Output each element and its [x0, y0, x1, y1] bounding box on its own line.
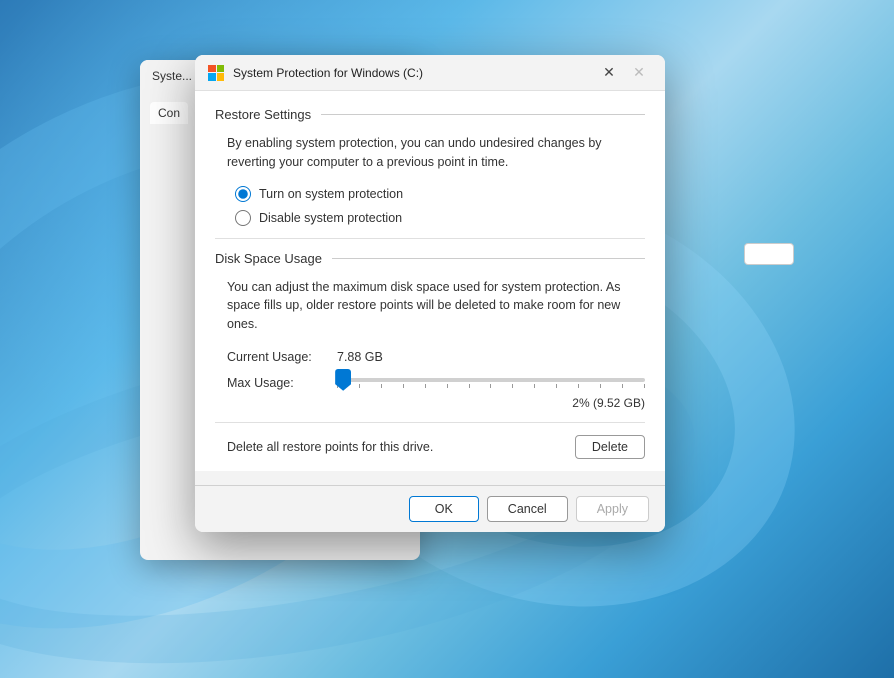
dialog-titlebar: System Protection for Windows (C:) ✕ ✕	[195, 55, 665, 91]
radio-group-protection: Turn on system protection Disable system…	[215, 186, 645, 226]
restore-settings-label: Restore Settings	[215, 107, 311, 122]
radio-disable[interactable]: Disable system protection	[235, 210, 645, 226]
dialog-close-button-2[interactable]: ✕	[625, 59, 653, 87]
delete-description: Delete all restore points for this drive…	[227, 440, 433, 454]
current-usage-row: Current Usage: 7.88 GB	[215, 350, 645, 364]
disk-space-label: Disk Space Usage	[215, 251, 322, 266]
max-usage-label: Max Usage:	[227, 376, 337, 390]
slider-ticks	[337, 384, 645, 388]
system-protection-dialog: System Protection for Windows (C:) ✕ ✕ R…	[195, 55, 665, 532]
radio-turn-on-input[interactable]	[235, 186, 251, 202]
dialog-body: Restore Settings By enabling system prot…	[195, 91, 665, 471]
disk-space-description: You can adjust the maximum disk space us…	[215, 278, 645, 334]
cancel-button[interactable]: Cancel	[487, 496, 568, 522]
windows-icon-green	[217, 65, 225, 73]
ok-button[interactable]: OK	[409, 496, 479, 522]
dialog-title-text: System Protection for Windows (C:)	[233, 66, 595, 80]
windows-logo-icon	[208, 65, 224, 81]
radio-disable-label: Disable system protection	[259, 211, 402, 225]
radio-turn-on[interactable]: Turn on system protection	[235, 186, 645, 202]
windows-icon-blue	[208, 73, 216, 81]
delete-button[interactable]: Delete	[575, 435, 645, 459]
dialog-footer: OK Cancel Apply	[195, 486, 665, 532]
disk-space-divider	[332, 258, 645, 259]
disk-space-header: Disk Space Usage	[215, 251, 645, 266]
bg-window-right-btn	[744, 243, 794, 265]
current-usage-value: 7.88 GB	[337, 350, 383, 364]
max-usage-row: Max Usage:	[215, 376, 645, 390]
apply-button[interactable]: Apply	[576, 496, 649, 522]
dialog-close-button[interactable]: ✕	[595, 59, 623, 87]
slider-track	[337, 378, 645, 382]
current-usage-label: Current Usage:	[227, 350, 337, 364]
restore-settings-divider	[321, 114, 645, 115]
bg-window-tab: Con	[150, 102, 188, 124]
restore-settings-description: By enabling system protection, you can u…	[215, 134, 645, 172]
radio-turn-on-label: Turn on system protection	[259, 187, 403, 201]
windows-icon-yellow	[217, 73, 225, 81]
slider-container	[337, 378, 645, 388]
disk-space-section: Disk Space Usage You can adjust the maxi…	[215, 251, 645, 459]
section-divider	[215, 238, 645, 239]
dialog-icon	[207, 64, 225, 82]
bg-window-title: Syste...	[152, 69, 192, 83]
radio-disable-input[interactable]	[235, 210, 251, 226]
windows-icon-red	[208, 65, 216, 73]
delete-divider	[215, 422, 645, 423]
restore-settings-header: Restore Settings	[215, 107, 645, 122]
slider-percent-display: 2% (9.52 GB)	[215, 396, 645, 410]
delete-row: Delete all restore points for this drive…	[215, 435, 645, 459]
